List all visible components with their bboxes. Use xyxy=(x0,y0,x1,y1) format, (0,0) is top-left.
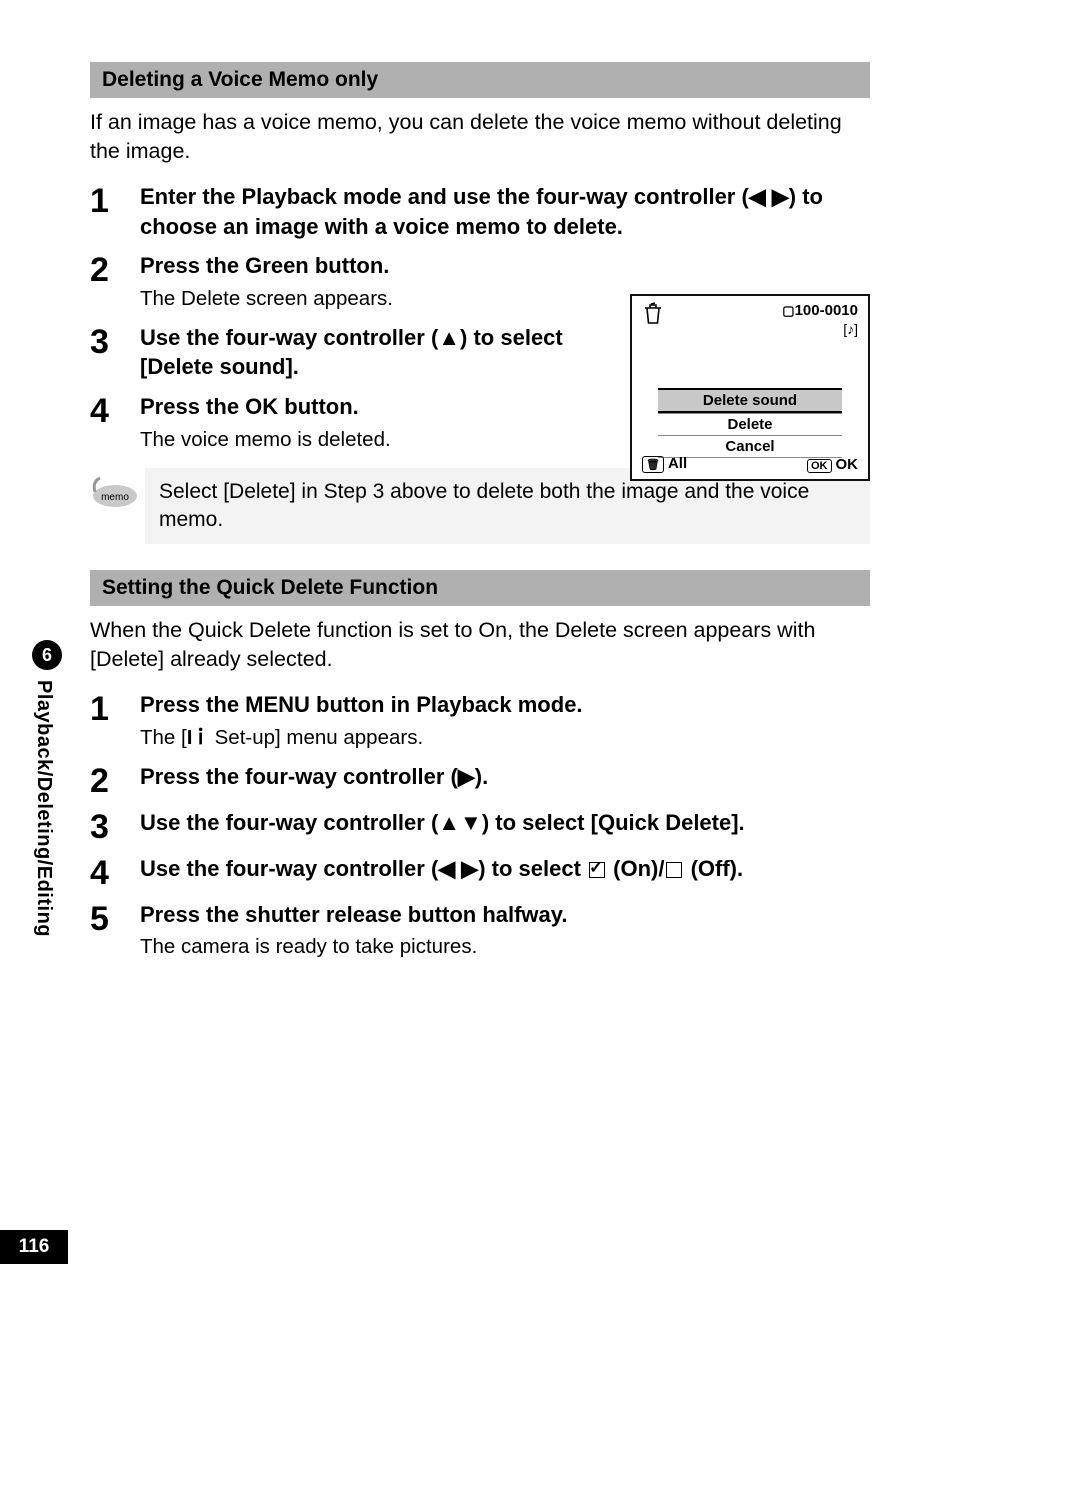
section-intro: If an image has a voice memo, you can de… xyxy=(90,108,870,166)
checkbox-on-icon xyxy=(589,862,605,878)
ok-box-icon: OK xyxy=(807,459,832,473)
menu-delete: Delete xyxy=(658,413,842,435)
folder-icon: ▢ xyxy=(782,303,794,318)
checkbox-off-icon xyxy=(666,862,682,878)
section-heading: Deleting a Voice Memo only xyxy=(90,62,870,98)
all-label: All xyxy=(668,455,687,472)
step-title: Press the MENU button in Playback mode. xyxy=(140,690,870,720)
ok-label: OK xyxy=(836,456,859,473)
step-title: Press the OK button. xyxy=(140,392,630,422)
step-title: Use the four-way controller (▲) to selec… xyxy=(140,323,630,382)
step-sub: The camera is ready to take pictures. xyxy=(140,933,870,961)
step-number: 1 xyxy=(90,182,140,218)
trash-all-icon: 🗑 xyxy=(642,456,664,473)
setup-icon: Iｉ xyxy=(187,726,209,749)
chapter-number: 6 xyxy=(32,640,62,670)
section-intro: When the Quick Delete function is set to… xyxy=(90,616,870,674)
step-title: Enter the Playback mode and use the four… xyxy=(140,182,870,241)
step-title: Press the shutter release button halfway… xyxy=(140,900,870,930)
step-sub: The voice memo is deleted. xyxy=(140,426,630,454)
step-title: Use the four-way controller (◀ ▶) to sel… xyxy=(140,854,870,884)
camera-screen-mock: ▢100-0010 [♪] Delete sound Delete Cancel… xyxy=(630,294,870,481)
section-heading: Setting the Quick Delete Function xyxy=(90,570,870,606)
step-number: 2 xyxy=(90,762,140,798)
step-number: 2 xyxy=(90,251,140,287)
trash-icon xyxy=(642,302,664,326)
step-title: Press the Green button. xyxy=(140,251,630,281)
page-number: 116 xyxy=(0,1230,68,1264)
file-number: 100-0010 xyxy=(795,302,858,319)
svg-text:memo: memo xyxy=(101,492,129,503)
step-number: 1 xyxy=(90,690,140,726)
chapter-label: Playback/Deleting/Editing xyxy=(32,680,55,937)
step-number: 4 xyxy=(90,854,140,890)
menu-delete-sound: Delete sound xyxy=(658,388,842,413)
step-title: Press the four-way controller (▶). xyxy=(140,762,870,792)
chapter-tab: 6 Playback/Deleting/Editing xyxy=(32,640,62,937)
memo-icon: memo xyxy=(90,468,145,516)
step-sub: The Delete screen appears. xyxy=(140,285,630,313)
step-number: 4 xyxy=(90,392,140,428)
step-title: Use the four-way controller (▲▼) to sele… xyxy=(140,808,870,838)
step-number: 5 xyxy=(90,900,140,936)
step-sub: The [Iｉ Set-up] menu appears. xyxy=(140,724,870,752)
step-number: 3 xyxy=(90,323,140,359)
voice-memo-icon: [♪] xyxy=(843,321,858,337)
step-number: 3 xyxy=(90,808,140,844)
